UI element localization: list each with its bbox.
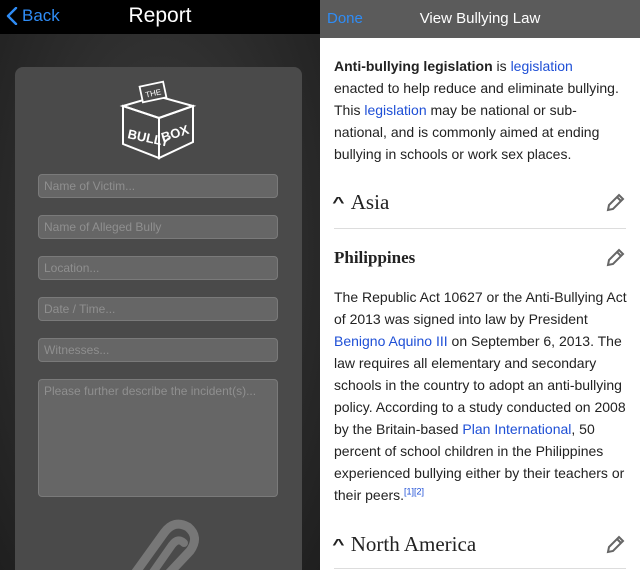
witnesses-input[interactable]: Witnesses... <box>38 338 278 362</box>
subsection-philippines: Philippines <box>334 247 626 269</box>
date-time-input[interactable]: Date / Time... <box>38 297 278 321</box>
intro-paragraph: Anti-bullying legislation is legislation… <box>334 55 626 165</box>
edit-pencil-icon[interactable] <box>604 192 626 214</box>
benigno-aquino-link[interactable]: Benigno Aquino III <box>334 333 448 349</box>
section-north-america-heading: North America <box>350 532 477 556</box>
legislation-link[interactable]: legislation <box>511 58 573 74</box>
philippines-paragraph: The Republic Act 10627 or the Anti-Bully… <box>334 286 630 506</box>
report-navbar: Back Report <box>0 0 320 34</box>
intro-text-1: is <box>492 58 511 74</box>
philippines-heading: Philippines <box>334 248 416 267</box>
law-page-title: View Bullying Law <box>419 10 541 27</box>
ph-text-1: The Republic Act 10627 or the Anti-Bully… <box>334 289 627 327</box>
section-asia-heading: Asia <box>350 190 390 214</box>
section-asia[interactable]: ^ Asia <box>332 190 626 215</box>
svg-text:BOX: BOX <box>159 122 191 145</box>
alleged-bully-input[interactable]: Name of Alleged Bully <box>38 215 278 239</box>
victim-name-input[interactable]: Name of Victim... <box>38 174 278 198</box>
reference-links[interactable]: [1][2] <box>404 486 424 496</box>
paperclip-icon[interactable] <box>118 505 203 570</box>
plan-international-link[interactable]: Plan International <box>462 421 571 437</box>
section-north-america[interactable]: ^ North America <box>332 532 626 557</box>
section-divider <box>334 568 626 569</box>
page-title: Report <box>128 4 192 27</box>
bullying-law-screen: Done View Bullying Law Anti-bullying leg… <box>320 0 640 570</box>
law-navbar: Done View Bullying Law <box>320 0 640 38</box>
edit-pencil-icon[interactable] <box>604 534 626 556</box>
chevron-up-icon: ^ <box>332 536 345 553</box>
edit-pencil-icon[interactable] <box>604 247 626 269</box>
legislation-link-2[interactable]: legislation <box>364 102 426 118</box>
incident-description-textarea[interactable]: Please further describe the incident(s).… <box>38 379 278 497</box>
chevron-up-icon: ^ <box>332 194 345 211</box>
intro-bold-term: Anti-bullying legislation <box>334 58 493 74</box>
bully-box-logo: THE BULLY BOX <box>119 80 197 160</box>
report-screen: Back Report THE BULLY BOX Name of Victim… <box>0 0 320 570</box>
location-input[interactable]: Location... <box>38 256 278 280</box>
section-divider <box>334 228 626 229</box>
